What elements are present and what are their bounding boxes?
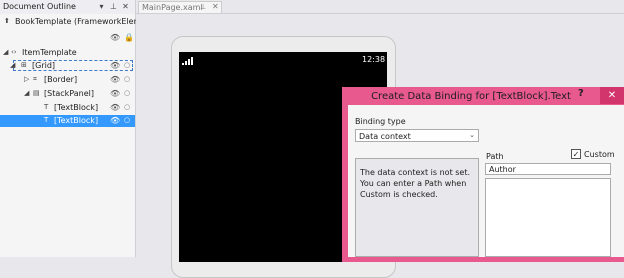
lock-toggle-icon[interactable]: ○ bbox=[124, 75, 130, 83]
close-panel-icon[interactable]: ✕ bbox=[121, 2, 130, 11]
document-outline-panel: Document Outline ▾ ⊥ ✕ ⬆ BookTemplate (F… bbox=[0, 0, 149, 257]
path-label: Path bbox=[486, 152, 504, 161]
status-time: 12:38 bbox=[362, 55, 386, 64]
tree-item-root[interactable]: ⬆ BookTemplate (FrameworkElem... bbox=[0, 16, 149, 28]
path-value: Author bbox=[489, 165, 516, 174]
tree-item-label: [TextBlock] bbox=[54, 116, 99, 125]
lock-toggle-icon[interactable]: ○ bbox=[124, 116, 130, 124]
lock-toggle-icon[interactable]: ○ bbox=[124, 103, 130, 111]
dropdown-icon[interactable]: ▾ bbox=[97, 2, 106, 11]
root-toggles: 👁 🔒 bbox=[0, 32, 135, 44]
tree-item-label: ItemTemplate bbox=[22, 48, 77, 57]
tree-item-label: [TextBlock] bbox=[54, 103, 99, 112]
outline-header: Document Outline ▾ ⊥ ✕ bbox=[0, 0, 135, 14]
border-icon: ⌗ bbox=[33, 75, 37, 83]
expand-arrow-icon[interactable]: ◢ bbox=[24, 89, 29, 97]
visibility-icon[interactable]: 👁 bbox=[110, 33, 120, 42]
visibility-icon[interactable]: 👁 bbox=[110, 89, 120, 98]
visibility-icon[interactable]: 👁 bbox=[110, 116, 120, 125]
tree-item-itemtemplate[interactable]: ◢ ‹› ItemTemplate bbox=[0, 47, 135, 59]
visibility-icon[interactable]: 👁 bbox=[110, 75, 120, 84]
data-context-info-panel: The data context is not set. You can ent… bbox=[355, 158, 479, 257]
custom-checkbox[interactable]: ✓ bbox=[571, 149, 581, 159]
data-context-message: The data context is not set. You can ent… bbox=[360, 168, 471, 199]
tree-item-label: BookTemplate (FrameworkElem... bbox=[15, 17, 149, 26]
binding-type-value: Data context bbox=[359, 132, 411, 141]
dialog-title: Create Data Binding for [TextBlock].Text bbox=[371, 91, 571, 102]
pin-icon[interactable]: ⊥ bbox=[200, 3, 206, 11]
signal-icon bbox=[182, 57, 193, 65]
tree-item-textblock-selected[interactable]: T [TextBlock] 👁 ○ bbox=[0, 115, 135, 127]
template-icon: ‹› bbox=[11, 48, 17, 56]
grid-icon: ⊞ bbox=[21, 61, 27, 69]
visibility-icon[interactable]: 👁 bbox=[110, 61, 120, 70]
scope-up-icon: ⬆ bbox=[4, 17, 10, 25]
path-input[interactable]: Author bbox=[485, 163, 611, 175]
dialog-close-button[interactable]: ✕ bbox=[600, 87, 624, 104]
help-button[interactable]: ? bbox=[578, 88, 584, 99]
expand-arrow-icon[interactable]: ◢ bbox=[10, 61, 15, 69]
collapse-arrow-icon[interactable]: ▷ bbox=[24, 75, 29, 83]
tree-item-label: [Grid] bbox=[32, 61, 56, 70]
tree-item-border[interactable]: ▷ ⌗ [Border] 👁 ○ bbox=[0, 74, 135, 86]
visibility-icon[interactable]: 👁 bbox=[110, 103, 120, 112]
tab-mainpage[interactable]: MainPage.xaml ⊥ ✕ bbox=[138, 1, 222, 13]
tab-label: MainPage.xaml bbox=[142, 3, 203, 12]
chevron-down-icon: ⌄ bbox=[469, 131, 475, 139]
tree-item-grid[interactable]: ◢ ⊞ [Grid] 👁 ○ bbox=[0, 60, 135, 72]
pin-icon[interactable]: ⊥ bbox=[109, 2, 118, 11]
expand-arrow-icon[interactable]: ◢ bbox=[3, 48, 8, 56]
lock-toggle-icon[interactable]: ○ bbox=[124, 61, 130, 69]
lock-icon[interactable]: 🔒 bbox=[124, 33, 134, 42]
outline-title: Document Outline bbox=[3, 2, 76, 11]
close-icon[interactable]: ✕ bbox=[212, 2, 219, 11]
path-list[interactable] bbox=[485, 178, 611, 257]
binding-type-label: Binding type bbox=[355, 117, 406, 126]
custom-label: Custom bbox=[584, 150, 615, 159]
tree-item-label: [StackPanel] bbox=[44, 89, 94, 98]
tree-item-stackpanel[interactable]: ◢ ▤ [StackPanel] 👁 ○ bbox=[0, 88, 135, 100]
textblock-icon: T bbox=[44, 116, 49, 124]
textblock-icon: T bbox=[44, 103, 49, 111]
tree-item-label: [Border] bbox=[44, 75, 78, 84]
stackpanel-icon: ▤ bbox=[33, 89, 40, 97]
binding-type-select[interactable]: Data context ⌄ bbox=[355, 129, 479, 142]
lock-toggle-icon[interactable]: ○ bbox=[124, 89, 130, 97]
tree-item-textblock[interactable]: T [TextBlock] 👁 ○ bbox=[0, 102, 135, 114]
